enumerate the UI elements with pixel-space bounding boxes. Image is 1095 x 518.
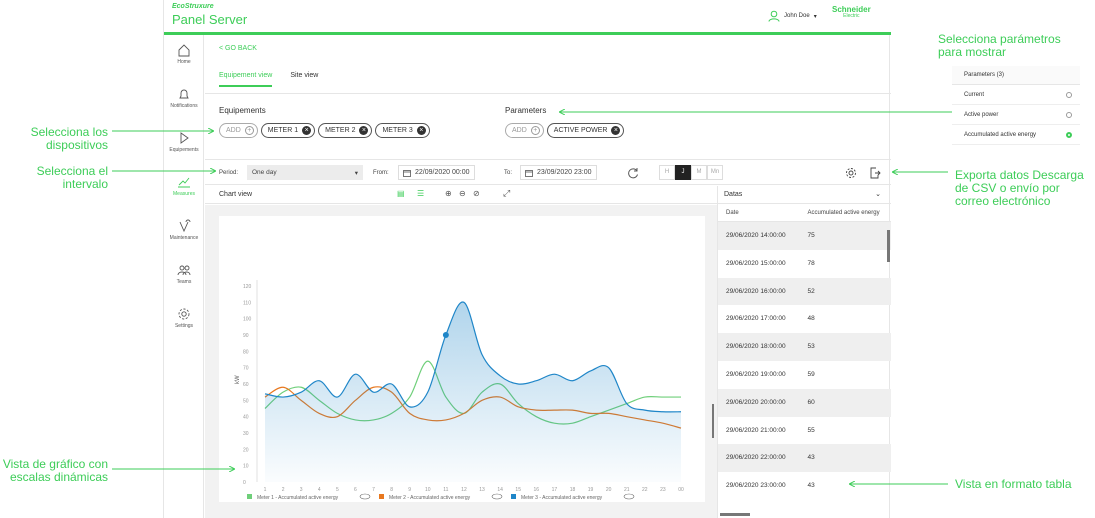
annotation-arrows	[112, 0, 952, 518]
